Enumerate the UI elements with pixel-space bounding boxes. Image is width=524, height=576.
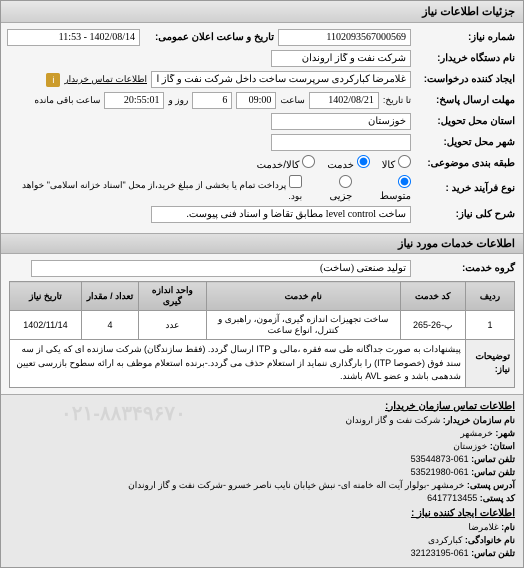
remain-time-input[interactable] xyxy=(104,92,164,109)
cell-qty: 4 xyxy=(81,311,138,340)
c-name-label: نام: xyxy=(501,522,515,532)
th-date: تاریخ نیاز xyxy=(10,282,82,311)
c-family-label: نام خانوادگی: xyxy=(465,535,515,545)
remain-label: ساعت باقی مانده xyxy=(34,95,100,106)
c-fax-value: 061-53521980 xyxy=(411,467,469,477)
services-table: ردیف کد خدمت نام خدمت واحد اندازه گیری ت… xyxy=(9,281,515,388)
c-name-value: غلامرضا xyxy=(468,522,498,532)
info-icon[interactable]: i xyxy=(46,73,60,87)
desc-label: توضیحات نیاز: xyxy=(465,340,514,388)
th-code: کد خدمت xyxy=(400,282,465,311)
c-postal-label: آدرس پستی: xyxy=(467,480,515,490)
buyer-dev-input[interactable] xyxy=(271,50,411,67)
cell-unit: عدد xyxy=(139,311,207,340)
c-phone-label: تلفن تماس: xyxy=(471,454,515,464)
radio-khadmat-wrap[interactable]: خدمت xyxy=(327,155,369,171)
radio-jozei-wrap[interactable]: جزیی xyxy=(314,175,352,202)
service-group-input[interactable] xyxy=(31,260,411,277)
c-province-label: استان: xyxy=(490,441,515,451)
org-value: شرکت نفت و گاز اروندان xyxy=(345,415,440,425)
th-idx: ردیف xyxy=(465,282,514,311)
process-note-check[interactable] xyxy=(289,175,302,188)
service-group-label: گروه خدمت: xyxy=(415,263,515,274)
c-city-label: شهر: xyxy=(495,428,515,438)
contact-title-2: اطلاعات ایجاد کننده نیاز : xyxy=(9,508,515,519)
cell-code: پ-26-265 xyxy=(400,311,465,340)
day-label: روز و xyxy=(168,95,188,106)
process-label: نوع فرآیند خرید : xyxy=(415,183,515,194)
c-city-value: خرمشهر xyxy=(460,428,493,438)
radio-metosat-label: متوسط xyxy=(380,191,411,202)
org-label: نام سازمان خریدار: xyxy=(443,415,515,425)
deadline-label: مهلت ارسال پاسخ: xyxy=(415,95,515,106)
creator-input[interactable] xyxy=(151,71,411,88)
c-postcode-value: 6417713455 xyxy=(427,493,477,503)
process-note-wrap[interactable]: پرداخت تمام یا بخشی از مبلغ خرید،از محل … xyxy=(9,175,302,202)
cell-name: ساخت تجهیزات اندازه گیری، آزمون، راهبری … xyxy=(206,311,400,340)
announce-input[interactable] xyxy=(7,29,140,46)
to-date-label: تا تاریخ: xyxy=(383,95,411,106)
c-postcode-label: کد پستی: xyxy=(480,493,515,503)
days-remain-input[interactable] xyxy=(192,92,232,109)
contact-link[interactable]: اطلاعات تماس خریدار xyxy=(64,74,147,85)
need-title-input[interactable] xyxy=(151,206,411,223)
radio-khadmat-label: خدمت xyxy=(327,160,354,171)
radio-jozei-label: جزیی xyxy=(329,191,352,202)
radio-khadmat[interactable] xyxy=(357,155,370,168)
th-qty: تعداد / مقدار xyxy=(81,282,138,311)
announce-label: تاریخ و ساعت اعلان عمومی: xyxy=(144,32,274,43)
radio-kala-label: کالا xyxy=(382,160,396,171)
main-header: جزئیات اطلاعات نیاز xyxy=(1,1,523,23)
deadline-time-input[interactable] xyxy=(236,92,276,109)
cell-date: 1402/11/14 xyxy=(10,311,82,340)
radio-both[interactable] xyxy=(302,155,315,168)
c-phone2-value: 061-32123195 xyxy=(411,548,469,558)
request-no-input[interactable] xyxy=(278,29,411,46)
province-input[interactable] xyxy=(271,113,411,130)
c-fax-label: تلفن تماس: xyxy=(471,467,515,477)
radio-both-label: کالا/خدمت xyxy=(257,160,300,171)
time-label-1: ساعت xyxy=(280,95,305,106)
need-title-label: شرح کلی نیاز: xyxy=(415,209,515,220)
radio-metosat[interactable] xyxy=(398,175,411,188)
c-province-value: خوزستان xyxy=(453,441,487,451)
th-unit: واحد اندازه گیری xyxy=(139,282,207,311)
radio-jozei[interactable] xyxy=(339,175,352,188)
table-row: 1 پ-26-265 ساخت تجهیزات اندازه گیری، آزم… xyxy=(10,311,515,340)
desc-row: توضیحات نیاز: پیشنهادات به صورت جداگانه … xyxy=(10,340,515,388)
process-note-text: پرداخت تمام یا بخشی از مبلغ خرید،از محل … xyxy=(22,180,302,201)
buyer-dev-label: نام دستگاه خریدار: xyxy=(415,53,515,64)
c-family-value: کبارکردی xyxy=(428,535,462,545)
contact-title-1: اطلاعات تماس سازمان خریدار: xyxy=(9,401,515,412)
desc-text: پیشنهادات به صورت جداگانه طی سه فقره ،ما… xyxy=(10,340,466,388)
services-header: اطلاعات خدمات مورد نیاز xyxy=(1,233,523,254)
radio-kala-wrap[interactable]: کالا xyxy=(382,155,411,171)
type-label: طبقه بندی موضوعی: xyxy=(415,158,515,169)
creator-label: ایجاد کننده درخواست: xyxy=(415,74,515,85)
c-phone2-label: تلفن تماس: xyxy=(471,548,515,558)
radio-metosat-wrap[interactable]: متوسط xyxy=(364,175,411,202)
radio-both-wrap[interactable]: کالا/خدمت xyxy=(257,155,316,171)
city-label: شهر محل تحویل: xyxy=(415,137,515,148)
deadline-date-input[interactable] xyxy=(309,92,379,109)
c-postal-value: خرمشهر -بولوار آیت اله خامنه ای- نبش خیا… xyxy=(128,480,464,490)
request-no-label: شماره نیاز: xyxy=(415,32,515,43)
c-phone-value: 061-53544873 xyxy=(411,454,469,464)
th-name: نام خدمت xyxy=(206,282,400,311)
province-label: استان محل تحویل: xyxy=(415,116,515,127)
cell-idx: 1 xyxy=(465,311,514,340)
city-input[interactable] xyxy=(271,134,411,151)
radio-kala[interactable] xyxy=(398,155,411,168)
